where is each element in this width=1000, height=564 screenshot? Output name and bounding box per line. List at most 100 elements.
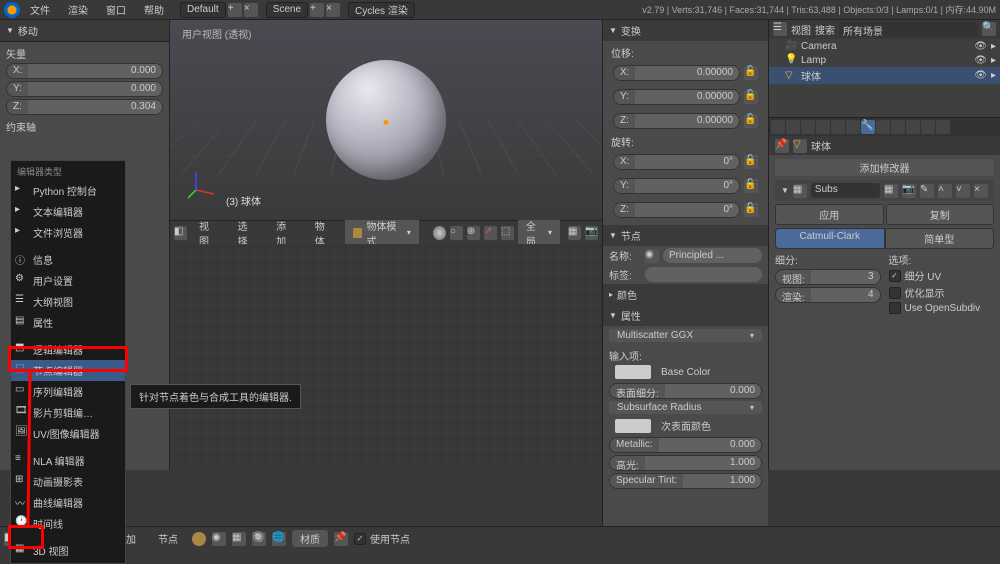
outliner-item-lamp[interactable]: 💡Lamp👁▸ <box>769 53 1000 67</box>
add-scene-icon[interactable]: + <box>310 3 324 17</box>
render-engine-selector[interactable]: Cycles 渲染 <box>348 2 415 18</box>
layers-icon[interactable]: ▦ <box>568 226 581 240</box>
world-mat-icon[interactable]: 🌐 <box>272 532 286 546</box>
tab-texture[interactable] <box>906 120 920 134</box>
editor-timeline[interactable]: 🕐时间线 <box>11 513 125 534</box>
view-subdiv[interactable]: 视图:3 <box>775 269 881 285</box>
editor-python-console[interactable]: ▸Python 控制台 <box>11 180 125 201</box>
shading-solid-icon[interactable] <box>433 226 446 240</box>
editor-text[interactable]: ▸文本编辑器 <box>11 201 125 222</box>
metallic-field[interactable]: Metallic:0.000 <box>609 437 762 453</box>
node-editor-area[interactable] <box>170 244 602 470</box>
editor-logic[interactable]: ⬒逻辑编辑器 <box>11 339 125 360</box>
distribution-selector[interactable]: Multiscatter GGX▾ <box>609 329 762 342</box>
optimal-display-check[interactable]: 优化显示 <box>889 284 995 301</box>
render-preview-icon[interactable]: 📷 <box>585 226 598 240</box>
specular-tint-field[interactable]: Specular Tint:1.000 <box>609 473 762 489</box>
ne-menu-node[interactable]: 节点 <box>150 529 186 548</box>
subsurface-radius[interactable]: Subsurface Radius▾ <box>609 401 762 414</box>
shader-tree-icon[interactable] <box>192 532 206 546</box>
translate-y[interactable]: Y:0.000 <box>6 81 163 97</box>
tab-data[interactable] <box>876 120 890 134</box>
editor-graph[interactable]: 〰曲线编辑器 <box>11 492 125 513</box>
lock-icon[interactable]: 🔓 <box>744 90 758 104</box>
editor-type-icon[interactable]: ◧ <box>174 226 187 240</box>
mod-edit-icon[interactable]: ✎ <box>920 184 934 198</box>
pivot-icon[interactable]: ⊕ <box>467 226 480 240</box>
rot-z[interactable]: Z:0° <box>613 202 740 218</box>
node-tag-field[interactable] <box>645 267 762 282</box>
specular-field[interactable]: 高光:1.000 <box>609 455 762 471</box>
tool-panel-header[interactable]: ▼移动 <box>0 20 169 42</box>
editor-sequence[interactable]: ▭序列编辑器 <box>11 381 125 402</box>
arrow-icon[interactable]: ▸ <box>991 41 996 52</box>
editor-image[interactable]: 🖼UV/图像编辑器 <box>11 423 125 444</box>
search-icon[interactable]: 🔍 <box>982 22 996 36</box>
mod-render-icon[interactable]: 📷 <box>902 184 916 198</box>
rot-x[interactable]: X:0° <box>613 154 740 170</box>
catmull-clark-button[interactable]: Catmull-Clark <box>775 228 885 249</box>
lock-icon[interactable]: 🔓 <box>744 155 758 169</box>
tab-layers[interactable] <box>786 120 800 134</box>
tab-scene[interactable] <box>801 120 815 134</box>
add-modifier-button[interactable]: 添加修改器 <box>775 159 994 176</box>
editor-node[interactable]: ⬚节点编辑器 <box>11 360 125 381</box>
loc-y[interactable]: Y:0.00000 <box>613 89 740 105</box>
eye-icon[interactable]: 👁 <box>974 55 987 66</box>
outliner-type-icon[interactable]: ☰ <box>773 22 787 36</box>
texture-tree-icon[interactable]: ▦ <box>232 532 246 546</box>
pin-icon[interactable]: 📌 <box>775 139 789 153</box>
eye-icon[interactable]: 👁 <box>974 70 987 81</box>
node-name-field[interactable]: Principled ... <box>663 248 762 263</box>
menu-file[interactable]: 文件 <box>22 0 58 19</box>
loc-z[interactable]: Z:0.00000 <box>613 113 740 129</box>
remove-scene-icon[interactable]: × <box>326 3 340 17</box>
base-color-swatch[interactable] <box>615 365 651 379</box>
compositor-tree-icon[interactable]: ◉ <box>212 532 226 546</box>
node-panel-header[interactable]: ▼节点 <box>603 225 768 246</box>
menu-help[interactable]: 帮助 <box>136 0 172 19</box>
lock-icon[interactable]: 🔓 <box>744 66 758 80</box>
eye-icon[interactable]: 👁 <box>974 41 987 52</box>
transform-panel-header[interactable]: ▼变换 <box>603 20 768 41</box>
translate-z[interactable]: Z:0.304 <box>6 99 163 115</box>
tab-material[interactable] <box>891 120 905 134</box>
editor-3dview[interactable]: ▦3D 视图 <box>11 540 125 561</box>
tab-object[interactable] <box>831 120 845 134</box>
remove-layout-icon[interactable]: × <box>244 3 258 17</box>
tab-constraints[interactable] <box>846 120 860 134</box>
mod-display-icon[interactable]: ▦ <box>884 184 898 198</box>
tab-physics[interactable] <box>936 120 950 134</box>
close-icon[interactable]: × <box>974 184 988 198</box>
surface-subdiv[interactable]: 表面细分:0.000 <box>609 383 762 399</box>
outliner-item-camera[interactable]: 🎥Camera👁▸ <box>769 39 1000 53</box>
layout-selector[interactable]: Default <box>180 2 226 18</box>
editor-file-browser[interactable]: ▸文件浏览器 <box>11 222 125 243</box>
manipulator-icon[interactable]: ↗ <box>484 226 497 240</box>
opensubdiv-check[interactable]: Use OpenSubdiv <box>889 301 995 315</box>
modifier-name[interactable]: Subs <box>811 183 880 198</box>
subdivide-uv-check[interactable]: ✓细分 UV <box>889 267 995 284</box>
material-selector[interactable]: 材质 <box>292 530 328 547</box>
subsurf-color-swatch[interactable] <box>615 419 651 433</box>
object-mat-icon[interactable]: 🔘 <box>252 532 266 546</box>
shading-wire-icon[interactable]: ○ <box>450 226 463 240</box>
tab-modifiers[interactable]: 🔧 <box>861 120 875 134</box>
outliner-item-sphere[interactable]: ▽球体👁▸ <box>769 67 1000 84</box>
lock-icon[interactable]: 🔓 <box>744 203 758 217</box>
outliner-scene-filter[interactable]: 所有场景 <box>839 22 978 37</box>
editor-nla[interactable]: ≡NLA 编辑器 <box>11 450 125 471</box>
arrow-icon[interactable]: ▸ <box>991 55 996 66</box>
copy-button[interactable]: 复制 <box>886 204 995 225</box>
snap-icon[interactable]: ⬚ <box>501 226 514 240</box>
props-subpanel[interactable]: ▼属性 <box>603 305 768 326</box>
editor-clip[interactable]: 🎞影片剪辑编… <box>11 402 125 423</box>
editor-preferences[interactable]: ⚙用户设置 <box>11 270 125 291</box>
editor-outliner[interactable]: ☰大纲视图 <box>11 291 125 312</box>
editor-info[interactable]: ⓘ信息 <box>11 249 125 270</box>
apply-button[interactable]: 应用 <box>775 204 884 225</box>
loc-x[interactable]: X:0.00000 <box>613 65 740 81</box>
editor-properties[interactable]: ▤属性 <box>11 312 125 333</box>
add-layout-icon[interactable]: + <box>228 3 242 17</box>
tab-world[interactable] <box>816 120 830 134</box>
